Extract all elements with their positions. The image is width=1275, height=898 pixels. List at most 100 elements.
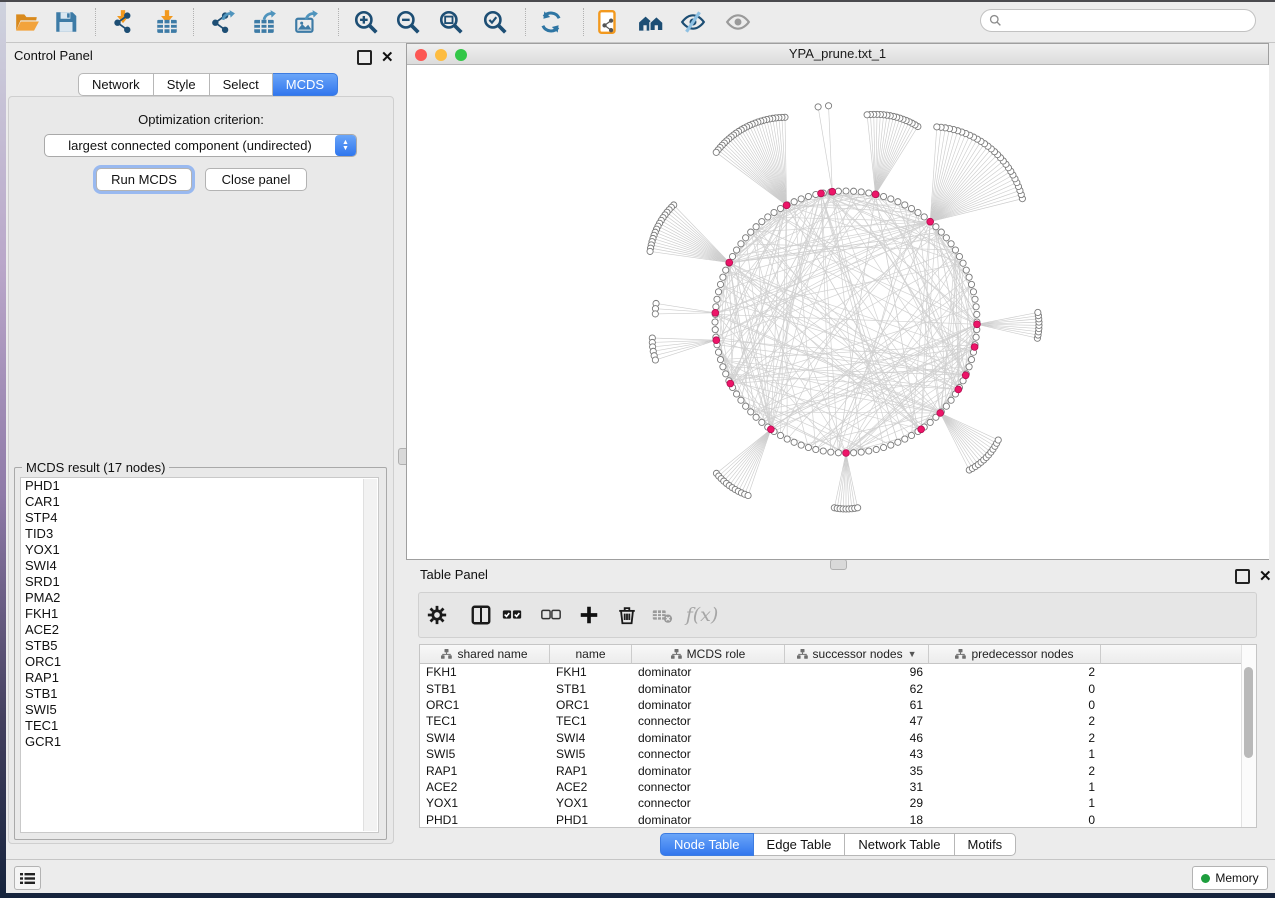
save-session-icon[interactable]: [47, 6, 85, 38]
graph-leaf-node[interactable]: [1035, 309, 1041, 315]
graph-mcds-node[interactable]: [971, 344, 978, 351]
cell-name[interactable]: ACE2: [550, 780, 632, 794]
cell-mcds_role[interactable]: connector: [632, 747, 785, 761]
zoom-fit-icon[interactable]: [432, 6, 470, 38]
graph-node[interactable]: [966, 274, 972, 280]
graph-leaf-node[interactable]: [825, 103, 831, 109]
import-network-icon[interactable]: [104, 6, 142, 38]
graph-node[interactable]: [973, 304, 979, 310]
graph-leaf-node[interactable]: [934, 124, 940, 130]
network-canvas[interactable]: [408, 65, 1269, 559]
graph-node[interactable]: [717, 281, 723, 287]
export-image-icon[interactable]: [287, 6, 325, 38]
graph-node[interactable]: [973, 334, 979, 340]
cell-successor_nodes[interactable]: 62: [785, 682, 929, 696]
graph-node[interactable]: [798, 442, 804, 448]
zoom-in-icon[interactable]: [347, 6, 385, 38]
graph-node[interactable]: [713, 304, 719, 310]
mcds-result-item[interactable]: PMA2: [21, 590, 378, 606]
mcds-result-item[interactable]: STB1: [21, 686, 378, 702]
graph-node[interactable]: [835, 188, 841, 194]
cell-shared_name[interactable]: ORC1: [420, 698, 550, 712]
tab-select[interactable]: Select: [210, 73, 273, 96]
cell-shared_name[interactable]: RAP1: [420, 764, 550, 778]
run-mcds-button[interactable]: Run MCDS: [96, 168, 192, 191]
graph-leaf-node[interactable]: [713, 149, 719, 155]
cell-mcds_role[interactable]: connector: [632, 796, 785, 810]
table-scrollbar-thumb[interactable]: [1244, 667, 1253, 758]
graph-mcds-node[interactable]: [872, 191, 879, 198]
graph-node[interactable]: [748, 229, 754, 235]
graph-node[interactable]: [798, 196, 804, 202]
graph-node[interactable]: [743, 403, 749, 409]
mcds-result-item[interactable]: SWI5: [21, 702, 378, 718]
add-icon[interactable]: [573, 600, 605, 630]
graph-mcds-node[interactable]: [783, 202, 790, 209]
graph-node[interactable]: [738, 397, 744, 403]
graph-node[interactable]: [866, 190, 872, 196]
graph-node[interactable]: [902, 436, 908, 442]
table-row[interactable]: YOX1YOX1connector291: [420, 795, 1256, 811]
task-history-button[interactable]: [14, 866, 41, 890]
table-row[interactable]: RAP1RAP1dominator352: [420, 762, 1256, 778]
cell-successor_nodes[interactable]: 29: [785, 796, 929, 810]
houses-icon[interactable]: [632, 6, 670, 38]
graph-mcds-node[interactable]: [955, 386, 962, 393]
graph-node[interactable]: [943, 403, 949, 409]
graph-node[interactable]: [835, 450, 841, 456]
cell-successor_nodes[interactable]: 46: [785, 731, 929, 745]
graph-mcds-node[interactable]: [962, 372, 969, 379]
close-panel-button[interactable]: Close panel: [205, 168, 307, 191]
mcds-result-item[interactable]: STP4: [21, 510, 378, 526]
cell-name[interactable]: PHD1: [550, 813, 632, 827]
graph-node[interactable]: [948, 397, 954, 403]
graph-node[interactable]: [933, 224, 939, 230]
graph-mcds-node[interactable]: [974, 321, 981, 328]
search-box[interactable]: [980, 9, 1256, 32]
graph-node[interactable]: [805, 444, 811, 450]
graph-node[interactable]: [791, 199, 797, 205]
graph-node[interactable]: [968, 281, 974, 287]
graph-node[interactable]: [948, 241, 954, 247]
graph-node[interactable]: [791, 439, 797, 445]
graph-node[interactable]: [714, 296, 720, 302]
graph-node[interactable]: [777, 432, 783, 438]
import-table-icon[interactable]: [148, 6, 186, 38]
graph-node[interactable]: [784, 436, 790, 442]
graph-node[interactable]: [777, 205, 783, 211]
table-row[interactable]: SWI5SWI5connector431: [420, 746, 1256, 762]
graph-leaf-node[interactable]: [815, 104, 821, 110]
graph-node[interactable]: [952, 247, 958, 253]
graph-leaf-node[interactable]: [652, 311, 658, 317]
graph-node[interactable]: [738, 241, 744, 247]
mcds-result-item[interactable]: SRD1: [21, 574, 378, 590]
cell-predecessor_nodes[interactable]: 0: [929, 698, 1101, 712]
tab-edge-table[interactable]: Edge Table: [754, 833, 846, 856]
graph-mcds-node[interactable]: [726, 259, 733, 266]
mcds-result-item[interactable]: TID3: [21, 526, 378, 542]
cell-mcds_role[interactable]: dominator: [632, 682, 785, 696]
graph-node[interactable]: [805, 193, 811, 199]
graph-node[interactable]: [880, 193, 886, 199]
mcds-result-item[interactable]: FKH1: [21, 606, 378, 622]
graph-node[interactable]: [733, 247, 739, 253]
graph-node[interactable]: [723, 267, 729, 273]
graph-node[interactable]: [715, 289, 721, 295]
graph-node[interactable]: [843, 188, 849, 194]
graph-mcds-node[interactable]: [829, 188, 836, 195]
control-panel-close-icon[interactable]: ✕: [381, 51, 394, 64]
graph-leaf-node[interactable]: [652, 357, 658, 363]
cell-successor_nodes[interactable]: 47: [785, 714, 929, 728]
mcds-result-item[interactable]: GCR1: [21, 734, 378, 750]
graph-node[interactable]: [908, 205, 914, 211]
graph-node[interactable]: [974, 311, 980, 317]
graph-node[interactable]: [729, 253, 735, 259]
graph-node[interactable]: [921, 214, 927, 220]
cell-mcds_role[interactable]: dominator: [632, 665, 785, 679]
cell-mcds_role[interactable]: dominator: [632, 764, 785, 778]
graph-node[interactable]: [943, 235, 949, 241]
export-table-icon[interactable]: [245, 6, 283, 38]
cell-shared_name[interactable]: FKH1: [420, 665, 550, 679]
control-panel-float-icon[interactable]: [357, 50, 372, 65]
deselect-checkboxes-icon[interactable]: [535, 600, 567, 630]
